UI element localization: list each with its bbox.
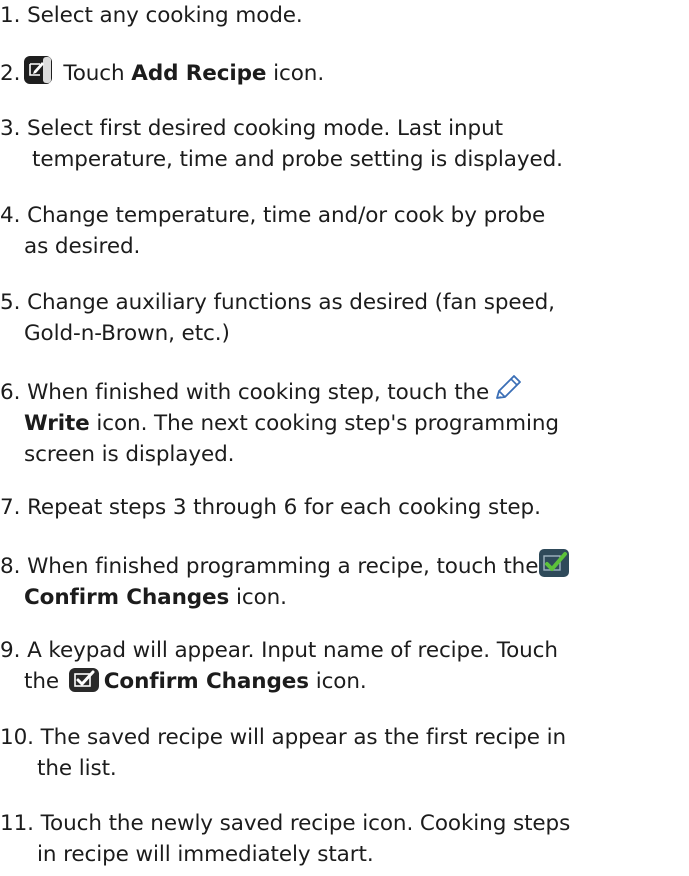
step-text-post: icon. [229,585,287,610]
write-pencil-icon [496,375,522,399]
step-text-line2: in recipe will immediately start. [37,842,374,867]
step-number: 1. [0,3,21,28]
step-text-line2: Confirm Changes icon. [0,582,689,613]
step-text: Select any cooking mode. [27,3,303,28]
write-label: Write [24,411,90,436]
step-text-line1: When finished programming a recipe, touc… [27,554,539,579]
step-text-line2: Gold-n-Brown, etc.) [24,321,230,346]
step-2: 2. Touch Add Recipe icon. [0,55,689,89]
step-4: 4. Change temperature, time and/or cook … [0,200,689,262]
step-text-line3: screen is displayed. [24,442,235,467]
add-recipe-label: Add Recipe [131,61,267,86]
step-8: 8. When finished programming a recipe, t… [0,548,689,613]
step-text-line1: When finished with cooking step, touch t… [27,380,490,405]
step-text-line1: Touch the newly saved recipe icon. Cooki… [40,811,571,836]
step-7: 7. Repeat steps 3 through 6 for each coo… [0,492,689,523]
step-9: 9. A keypad will appear. Input name of r… [0,635,689,697]
step-number: 3. [0,116,21,141]
confirm-changes-label: Confirm Changes [24,585,230,610]
step-number: 8. [0,554,21,579]
add-recipe-icon [24,56,53,84]
step-text-line2: as desired. [24,234,141,259]
step-text-post: icon. [308,669,367,694]
step-text-line1: Change temperature, time and/or cook by … [27,203,546,228]
step-number: 10. [0,725,34,750]
step-number: 2. [0,61,21,86]
step-1: 1. Select any cooking mode. [0,0,689,31]
step-text-post: icon. The next cooking step's programmin… [89,411,559,436]
step-text-post: icon. [266,61,325,86]
confirm-changes-icon [539,549,570,577]
step-text-line2: Write icon. The next cooking step's prog… [0,408,689,439]
step-11: 11. Touch the newly saved recipe icon. C… [0,808,689,870]
step-number: 11. [0,811,34,836]
step-text-line1: Change auxiliary functions as desired (f… [27,290,555,315]
step-6: 6. When finished with cooking step, touc… [0,373,689,470]
step-text-pre: the [24,669,66,694]
step-text-line2: the Confirm Changes icon. [0,666,689,697]
step-text-line1: Select first desired cooking mode. Last … [20,116,503,141]
confirm-changes-label: Confirm Changes [103,669,309,694]
confirm-changes-icon [68,668,99,692]
step-number: 9. [0,638,21,663]
step-number: 7. [0,495,21,520]
step-5: 5. Change auxiliary functions as desired… [0,287,689,349]
step-text-line2: the list. [37,756,117,781]
step-text-line1: The saved recipe will appear as the firs… [40,725,567,750]
step-number: 6. [0,380,21,405]
step-3: 3. Select first desired cooking mode. La… [0,113,689,175]
step-number: 4. [0,203,21,228]
step-text-line2: temperature, time and probe setting is d… [32,147,563,172]
step-text-line1: A keypad will appear. Input name of reci… [27,638,558,663]
step-10: 10. The saved recipe will appear as the … [0,722,689,784]
step-number: 5. [0,290,21,315]
step-text: Repeat steps 3 through 6 for each cookin… [27,495,541,520]
step-text-pre: Touch [63,61,132,86]
